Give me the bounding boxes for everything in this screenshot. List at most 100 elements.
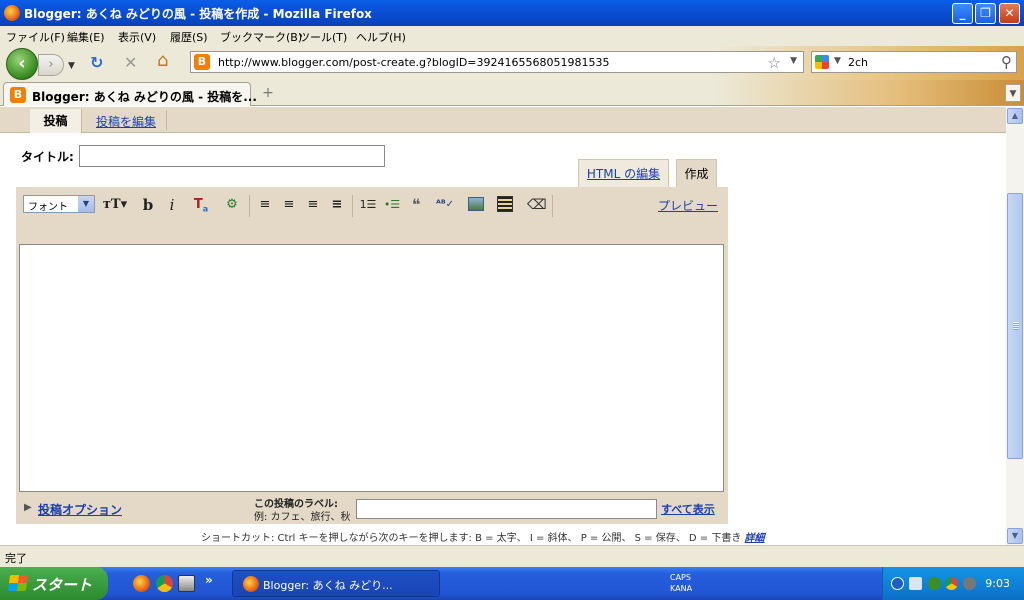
security-icon[interactable] [963,577,976,590]
tray-expand-icon[interactable] [891,577,904,590]
toolbar-divider [352,195,353,217]
menu-history[interactable]: 履歴(S) [170,29,208,45]
stop-icon[interactable]: ✕ [124,55,137,71]
scroll-up-icon[interactable]: ▲ [1007,108,1023,124]
firefox-icon [4,5,20,21]
italic-button[interactable]: i [164,196,180,214]
search-icon[interactable]: ⚲ [1001,53,1012,71]
network-icon[interactable] [928,577,941,590]
link-icon[interactable]: ⚙ [223,196,241,214]
menu-edit[interactable]: 編集(E) [67,29,105,45]
align-left-icon[interactable]: ≡ [256,196,274,214]
bullet-list-icon[interactable]: •☰ [383,196,401,214]
ime-caps: CAPS [670,573,691,582]
desktop-quicklaunch-icon[interactable] [178,575,195,592]
subnav-post[interactable]: 投稿 [30,109,82,133]
align-center-icon[interactable]: ≡ [280,196,298,214]
quicklaunch-more-icon[interactable]: » [205,573,213,587]
menu-bar: ファイル(F) 編集(E) 表示(V) 履歴(S) ブックマーク(B) ツール(… [0,26,1024,46]
shortcut-hint: ショートカット: Ctrl キーを押しながら次のキーを押します: B = 太字、… [201,529,765,544]
insert-video-icon[interactable] [497,196,513,212]
url-text[interactable]: http://www.blogger.com/post-create.g?blo… [218,56,610,69]
expand-triangle-icon[interactable]: ▶ [24,502,32,513]
menu-file[interactable]: ファイル(F) [6,29,65,45]
menu-view[interactable]: 表示(V) [118,29,156,45]
post-title-input[interactable] [79,145,385,167]
search-bar[interactable]: ▼ 2ch ⚲ [811,51,1017,73]
search-input[interactable]: 2ch [848,56,868,69]
numbered-list-icon[interactable]: 1☰ [359,196,377,214]
back-button[interactable]: ‹ [6,48,38,80]
ime-kana: KANA [670,584,693,593]
subnav-edit-posts-link[interactable]: 投稿を編集 [96,113,156,130]
url-dropdown-icon[interactable]: ▼ [790,56,797,66]
taskbar-firefox-item[interactable]: Blogger: あくね みどり... [232,570,440,597]
url-bar[interactable]: B http://www.blogger.com/post-create.g?b… [190,51,804,73]
preview-link[interactable]: プレビュー [658,197,718,214]
post-body-editor[interactable] [19,244,724,492]
toolbar-divider [249,195,250,217]
status-text: 完了 [5,552,27,565]
spellcheck-icon[interactable]: ᴬᴮ✓ [435,196,455,214]
shortcut-detail-link[interactable]: 詳細 [745,533,765,544]
font-select-value: フォント [28,202,68,213]
shortcut-text: ショートカット: Ctrl キーを押しながら次のキーを押します: B = 太字、… [201,533,742,544]
forward-button[interactable]: › [38,54,64,76]
firefox-quicklaunch-icon[interactable] [133,575,150,592]
chrome-quicklaunch-icon[interactable] [156,575,173,592]
engine-dropdown-icon[interactable]: ▼ [834,56,841,66]
align-justify-icon[interactable]: ≡ [328,196,346,214]
tab-bar: B Blogger: あくね みどりの風 - 投稿を... + ▼ [0,80,1024,106]
blockquote-icon[interactable]: ❝ [407,196,425,214]
maximize-button[interactable]: ❐ [975,3,996,24]
tab-edit-html[interactable]: HTML の編集 [578,159,669,187]
insert-image-icon[interactable] [468,197,484,211]
start-button[interactable]: スタート [0,567,108,600]
tab-list-button[interactable]: ▼ [1005,84,1021,102]
scroll-down-icon[interactable]: ▼ [1007,528,1023,544]
labels-example: 例: カフェ、旅行、秋 [254,512,351,523]
tab-compose[interactable]: 作成 [676,159,717,188]
status-bar: 完了 [0,545,1024,567]
align-right-icon[interactable]: ≡ [304,196,322,214]
windows-logo-icon [7,575,29,591]
vertical-scrollbar[interactable]: ▲ ▼ [1006,107,1024,545]
page-content: 投稿 投稿を編集 タイトル: HTML の編集 作成 フォント ▼ тT▾ b … [0,107,1006,545]
tab-blogger[interactable]: B Blogger: あくね みどりの風 - 投稿を... [3,82,257,106]
ime-indicator[interactable]: CAPS KANA [670,572,692,594]
bold-button[interactable]: b [140,196,156,214]
volume-icon[interactable] [909,577,922,590]
scroll-thumb[interactable] [1007,193,1023,459]
blogger-favicon-icon: B [10,87,26,103]
menu-bookmarks[interactable]: ブックマーク(B) [220,29,302,45]
chrome-tray-icon[interactable] [945,577,958,590]
tab-title: Blogger: あくね みどりの風 - 投稿を... [32,90,257,104]
reload-icon[interactable]: ↻ [90,55,103,71]
google-icon[interactable] [815,55,829,69]
grip-icon [1013,322,1019,330]
minimize-button[interactable]: _ [952,3,973,24]
text-color-icon[interactable]: Ta [191,196,211,214]
home-icon[interactable]: ⌂ [157,52,168,70]
window-titlebar: Blogger: あくね みどりの風 - 投稿を作成 - Mozilla Fir… [0,0,1024,26]
clock: 9:03 [985,577,1010,590]
history-dropdown-icon[interactable]: ▼ [68,58,75,74]
eraser-icon[interactable]: ⌫ [527,196,547,214]
close-button[interactable]: ✕ [999,3,1020,24]
menu-help[interactable]: ヘルプ(H) [356,29,406,45]
chevron-down-icon[interactable]: ▼ [78,196,94,212]
labels-input[interactable] [356,499,657,519]
start-label: スタート [32,576,93,594]
post-options-link[interactable]: 投稿オプション [38,501,122,518]
font-select[interactable]: フォント ▼ [23,195,95,213]
taskbar-item-label: Blogger: あくね みどり... [263,579,393,592]
bookmark-star-icon[interactable]: ☆ [768,54,781,72]
new-tab-button[interactable]: + [256,85,280,103]
menu-tools[interactable]: ツール(T) [299,29,347,45]
divider [166,110,167,130]
show-all-labels-link[interactable]: すべて表示 [661,501,715,517]
toolbar-divider [552,195,553,217]
blogger-subnav: 投稿 投稿を編集 [0,107,1006,133]
windows-taskbar: スタート » Blogger: あくね みどり... CAPS KANA 9:0… [0,567,1024,600]
font-size-icon[interactable]: тT▾ [102,196,128,214]
